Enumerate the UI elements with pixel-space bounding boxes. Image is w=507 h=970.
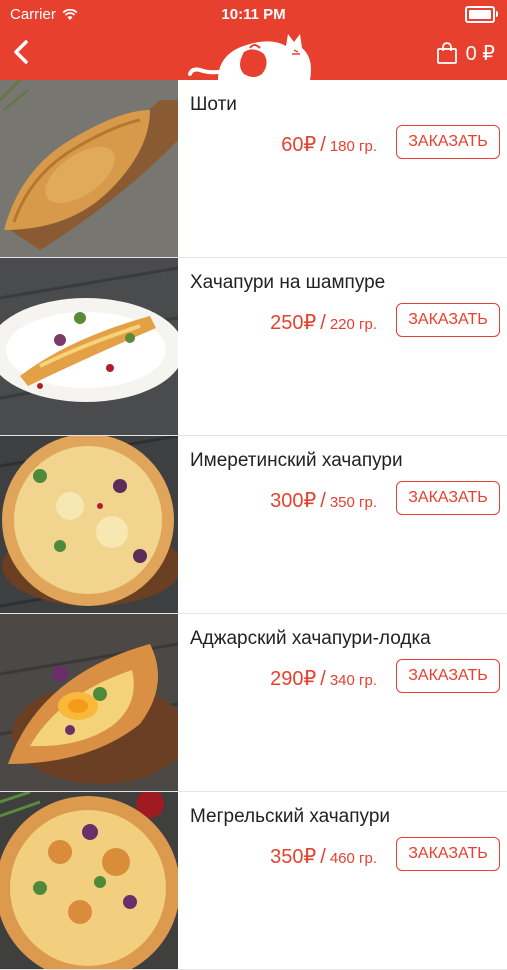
order-button[interactable]: ЗАКАЗАТЬ [396,659,500,693]
product-photo-imeretian-khachapuri [0,436,178,613]
price-amount: 250₽ [270,312,317,334]
product-weight: 460 гр. [329,850,377,867]
chevron-left-icon [14,40,28,64]
product-weight: 340 гр. [329,672,377,689]
order-button[interactable]: ЗАКАЗАТЬ [396,481,500,515]
product-list: Шоти 60₽ / 180 гр. ЗАКАЗАТЬ Хачапури на … [0,80,507,970]
product-weight: 220 гр. [329,316,377,333]
product-photo-adjarian-khachapuri [0,614,178,791]
price-amount: 350₽ [270,846,317,868]
price-separator: / [320,490,326,512]
price-amount: 60₽ [281,134,317,156]
price-separator: / [320,668,326,690]
brand-logo-cat [188,34,311,80]
product-name: Шоти [190,94,237,115]
product-price: 290₽ / 340 гр. [270,666,377,691]
order-button[interactable]: ЗАКАЗАТЬ [396,125,500,159]
product-price: 350₽ / 460 гр. [270,844,377,869]
price-amount: 300₽ [270,490,317,512]
shopping-bag-icon [436,42,457,64]
cart-total: 0 ₽ [465,42,495,65]
product-photo-shoti [0,80,178,257]
order-button[interactable]: ЗАКАЗАТЬ [396,837,500,871]
order-button[interactable]: ЗАКАЗАТЬ [396,303,500,337]
product-weight: 180 гр. [329,138,377,155]
product-item: Мегрельский хачапури 350₽ / 460 гр. ЗАКА… [0,792,507,970]
product-name: Имеретинский хачапури [190,450,403,471]
product-name: Мегрельский хачапури [190,806,391,827]
product-item: Аджарский хачапури-лодка 290₽ / 340 гр. … [0,614,507,792]
battery-icon [465,6,498,23]
product-name: Аджарский хачапури-лодка [190,628,431,649]
status-time: 10:11 PM [221,6,286,23]
price-separator: / [320,312,326,334]
product-name: Хачапури на шампуре [190,272,386,293]
product-weight: 350 гр. [329,494,377,511]
product-item: Хачапури на шампуре 250₽ / 220 гр. ЗАКАЗ… [0,258,507,436]
product-price: 300₽ / 350 гр. [270,488,377,513]
status-bar: Carrier 10:11 PM [0,0,507,28]
product-item: Имеретинский хачапури 300₽ / 350 гр. ЗАК… [0,436,507,614]
product-item: Шоти 60₽ / 180 гр. ЗАКАЗАТЬ [0,80,507,258]
product-price: 60₽ / 180 гр. [281,132,377,157]
price-separator: / [320,846,326,868]
app-header: Carrier 10:11 PM 0 ₽ [0,0,507,80]
back-button[interactable] [8,36,36,68]
price-amount: 290₽ [270,668,317,690]
cart-button[interactable]: 0 ₽ [436,40,495,66]
product-price: 250₽ / 220 гр. [270,310,377,335]
price-separator: / [320,134,326,156]
product-photo-megrelian-khachapuri [0,792,178,969]
product-photo-khachapuri-skewer [0,258,178,435]
